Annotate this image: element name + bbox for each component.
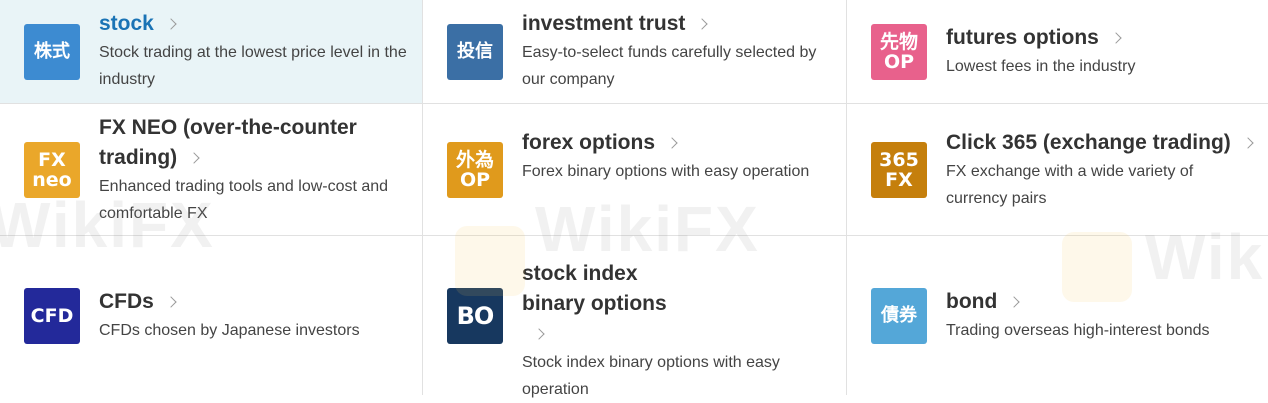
product-description: Easy-to-select funds carefully selected … — [522, 44, 817, 88]
product-title: forex options — [522, 128, 832, 158]
product-card-fx-neo[interactable]: FX neo FX NEO (over-the-counter trading)… — [0, 104, 423, 236]
chevron-right-icon — [1242, 137, 1254, 149]
product-description: Lowest fees in the industry — [946, 58, 1136, 75]
product-description: Trading overseas high-interest bonds — [946, 322, 1210, 339]
futures-options-icon: 先物 OP — [871, 24, 927, 80]
investment-trust-icon: 投信 — [447, 24, 503, 80]
product-title: stock — [99, 9, 408, 39]
product-card-forex-options[interactable]: 外為 OP forex options Forex binary options… — [423, 104, 847, 236]
product-title: futures options — [946, 23, 1254, 53]
product-card-cfds[interactable]: CFD CFDs CFDs chosen by Japanese investo… — [0, 236, 423, 395]
chevron-right-icon — [666, 137, 678, 149]
chevron-right-icon — [1008, 296, 1020, 308]
product-title: CFDs — [99, 287, 408, 317]
bo-icon: BO — [447, 288, 503, 344]
stock-icon: 株式 — [24, 24, 80, 80]
chevron-right-icon — [188, 152, 200, 164]
chevron-right-icon — [696, 18, 709, 30]
chevron-right-icon — [1110, 32, 1122, 44]
product-description: Stock trading at the lowest price level … — [99, 44, 407, 88]
product-description: CFDs chosen by Japanese investors — [99, 322, 360, 339]
product-title: Click 365 (exchange trading) — [946, 128, 1254, 158]
product-card-investment-trust[interactable]: 投信 investment trust Easy-to-select funds… — [423, 0, 847, 104]
chevron-right-icon — [165, 296, 177, 308]
product-description: Enhanced trading tools and low-cost and … — [99, 178, 389, 222]
product-description: Forex binary options with easy operation — [522, 163, 810, 180]
product-card-stock-index-binary-options[interactable]: BO stock index binary options Stock inde… — [423, 236, 847, 398]
product-grid: 株式 stock Stock trading at the lowest pri… — [0, 0, 1268, 398]
product-title: bond — [946, 287, 1254, 317]
product-card-futures-options[interactable]: 先物 OP futures options Lowest fees in the… — [847, 0, 1268, 104]
product-title: FX NEO (over-the-counter trading) — [99, 116, 357, 169]
product-card-stock[interactable]: 株式 stock Stock trading at the lowest pri… — [0, 0, 423, 104]
product-card-bond[interactable]: 債券 bond Trading overseas high-interest b… — [847, 236, 1268, 395]
product-card-click-365[interactable]: 365 FX Click 365 (exchange trading) FX e… — [847, 104, 1268, 236]
product-title: stock index binary options — [522, 259, 682, 349]
bond-icon: 債券 — [871, 288, 927, 344]
click-365-icon: 365 FX — [871, 142, 927, 198]
product-title: investment trust — [522, 9, 832, 39]
chevron-right-icon — [165, 18, 177, 30]
cfd-icon: CFD — [24, 288, 80, 344]
fx-neo-icon: FX neo — [24, 142, 80, 198]
chevron-right-icon — [533, 328, 545, 340]
forex-options-icon: 外為 OP — [447, 142, 503, 198]
product-description: FX exchange with a wide variety of curre… — [946, 163, 1194, 207]
